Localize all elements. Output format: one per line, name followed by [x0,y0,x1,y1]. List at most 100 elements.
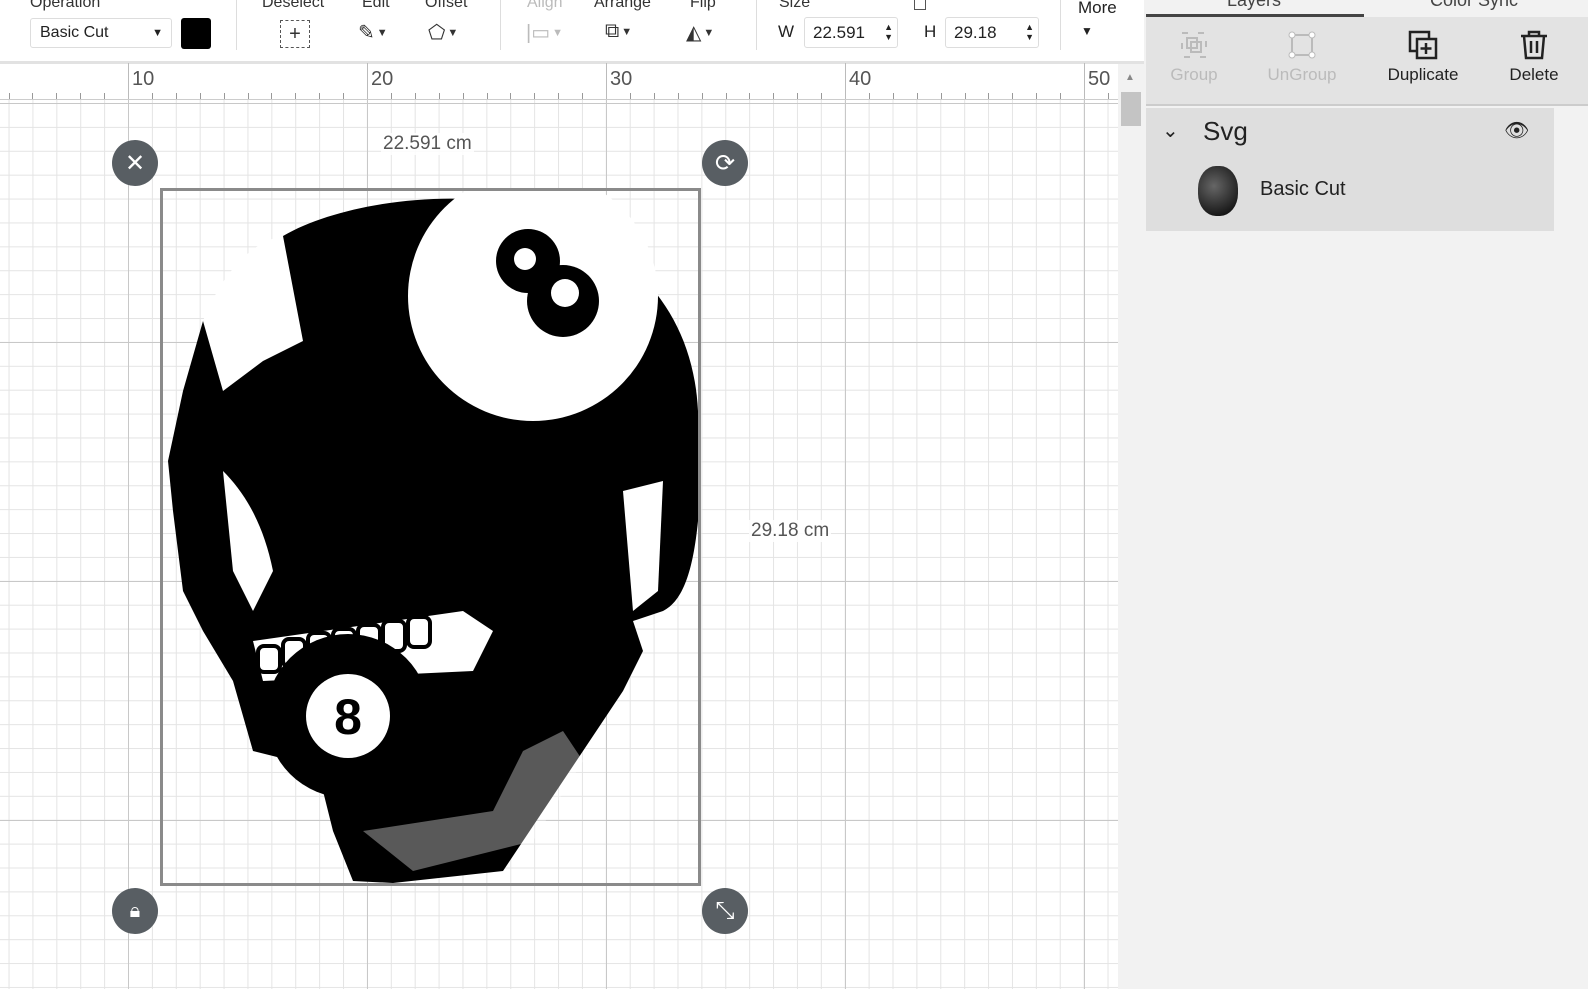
deselect-icon: + [280,20,310,48]
ruler-tick [390,93,392,99]
ruler-tick [151,93,153,99]
delete-button[interactable]: Delete [1479,29,1588,85]
delete-handle-close-icon[interactable]: ✕ [112,140,158,186]
lock-handle-icon[interactable]: 🔒︎ [112,888,158,934]
skull-eight-ball-design: 8 [168,171,698,883]
ruler-tick [462,93,464,99]
flip-button[interactable]: ◭ ▼ [686,20,714,45]
ruler-tick [725,93,727,99]
lock-ratio-icon[interactable] [914,0,926,10]
operation-select[interactable]: Basic Cut ▼ [30,18,172,48]
arrange-label: Arrange [594,0,651,11]
layer-thumbnail [1198,166,1238,216]
ungroup-button[interactable]: UnGroup [1247,29,1357,85]
ruler-tick [821,93,823,99]
ruler-tick [653,93,655,99]
ruler-tick [438,93,440,99]
layer-actions: Group UnGroup Duplicate Delete [1146,17,1588,106]
stepper-icon[interactable]: ▲ ▼ [884,22,893,42]
layer-group-name: Svg [1203,116,1248,146]
ruler-tick [223,93,225,99]
offset-label: Offset [425,0,468,11]
ruler-tick [892,93,894,99]
layer-item-name[interactable]: Basic Cut [1260,178,1346,201]
ruler-label: 30 [610,68,633,90]
duplicate-button[interactable]: Duplicate [1368,29,1478,85]
ruler-tick [486,93,488,99]
vertical-scrollbar[interactable]: ▲ [1118,64,1144,989]
align-icon: |▭ [526,22,551,44]
deselect-label: Deselect [262,0,325,11]
stepper-icon[interactable]: ▲ ▼ [1025,22,1034,42]
group-label: Group [1170,65,1218,84]
edit-button[interactable]: ✎ ▼ [358,20,388,45]
toolbar: Operation Basic Cut ▼ Deselect + Edit ✎ ▼ … [0,0,1144,64]
ruler-tick [1060,93,1062,99]
horizontal-ruler: 10 20 30 40 50 [0,63,1118,100]
duplicate-icon [1408,30,1438,60]
edit-label: Edit [362,0,390,11]
ruler-label: 10 [132,68,155,90]
ruler-tick [1107,93,1109,99]
ruler-tick [988,93,990,99]
scrollbar-thumb[interactable] [1121,92,1141,126]
width-label: W [778,22,795,41]
offset-icon: ⬠ [428,22,446,44]
chevron-down-icon: ▼ [376,26,388,39]
chevron-down-icon: ▼ [152,27,163,39]
ruler-tick [199,93,201,99]
arrange-icon: ⧉ [605,20,620,42]
ruler-tick [749,93,751,99]
chevron-down-icon: ▼ [1081,24,1093,38]
ruler-tick [868,93,870,99]
ruler-tick [845,63,846,99]
operation-value: Basic Cut [40,24,109,41]
arrange-button[interactable]: ⧉ ▼ [605,20,632,43]
ruler-tick [56,93,58,99]
ruler-tick [629,93,631,99]
eye-icon[interactable]: 👁︎ [1504,118,1529,143]
offset-button[interactable]: ⬠ ▼ [428,20,458,45]
chevron-down-icon[interactable]: ⌄ [1162,118,1179,143]
resize-handle-icon[interactable]: ⤡ [702,888,748,934]
deselect-button[interactable]: + [280,20,310,48]
group-icon [1181,32,1207,58]
size-label: Size [779,0,811,11]
more-button[interactable]: More ▼ [1078,0,1117,38]
scroll-up-icon[interactable]: ▲ [1125,72,1135,83]
ungroup-label: UnGroup [1267,65,1337,84]
layer-group-svg[interactable]: ⌄ Svg 👁︎ Basic Cut [1146,108,1554,231]
ruler-tick [558,93,560,99]
ruler-tick [606,63,607,99]
operation-label: Operation [30,0,101,11]
height-input[interactable]: 29.18 ▲ ▼ [945,17,1039,48]
color-swatch[interactable] [181,18,211,49]
ruler-tick [940,93,942,99]
ruler-tick [32,93,34,99]
ruler-tick [1036,93,1038,99]
ruler-tick [271,93,273,99]
width-value: 22.591 [813,23,865,42]
chevron-down-icon: ▼ [703,26,715,39]
group-button[interactable]: Group [1139,29,1249,85]
ruler-tick [1012,93,1014,99]
divider [500,0,501,50]
width-dimension-label: 22.591 cm [381,133,474,155]
divider [756,0,757,50]
flip-icon: ◭ [686,22,702,44]
rotate-handle-icon[interactable]: ⟳ [702,140,748,186]
divider [236,0,237,50]
selection-box[interactable]: 8 [160,171,701,886]
tab-layers[interactable]: Layers [1144,0,1364,11]
ruler-tick [343,93,345,99]
ruler-tick [128,63,129,99]
delete-label: Delete [1509,65,1559,84]
svg-text:8: 8 [334,689,362,745]
tab-color-sync[interactable]: Color Sync [1364,0,1584,11]
design-canvas[interactable]: 8 ✕ ⟳ 🔒︎ ⤡ 22.591 cm 29.18 cm [0,100,1118,989]
width-input[interactable]: 22.591 ▲ ▼ [804,17,898,48]
height-label: H [924,22,937,41]
ruler-label: 50 [1088,68,1111,90]
align-button[interactable]: |▭ ▼ [526,20,563,45]
ruler-tick [534,93,536,99]
